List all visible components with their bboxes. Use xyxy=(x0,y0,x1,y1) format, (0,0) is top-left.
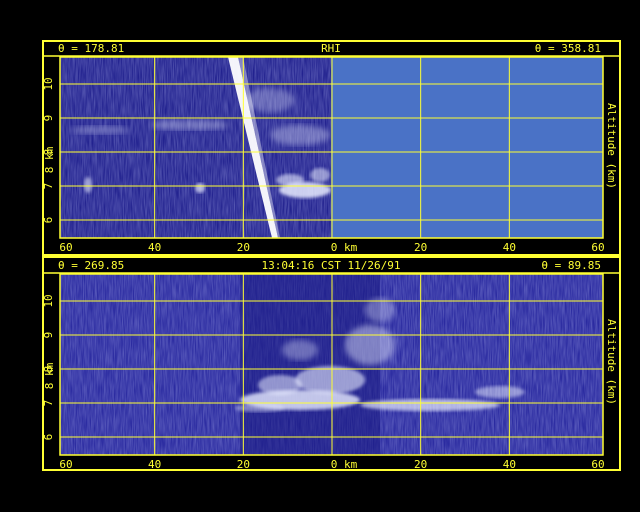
top-x-tick-label: 20 xyxy=(414,241,427,254)
bottom-right-axis-label: Altitude (km) xyxy=(605,319,618,405)
top-x-tick-label: 20 xyxy=(237,241,250,254)
rhi-scene: θ = 178.81 RHI θ = 358.81 678910 8 km Al… xyxy=(42,40,621,471)
top-right-axis-label: Altitude (km) xyxy=(605,103,618,189)
top-y-tick-label: 9 xyxy=(42,115,55,122)
top-plot-area xyxy=(60,57,603,238)
bottom-y-tick-label: 9 xyxy=(42,332,55,339)
top-y-tick-label: 6 xyxy=(42,217,55,224)
bottom-y-axis-label: 8 km xyxy=(43,362,56,389)
bottom-panel: θ = 269.85 13:04:16 CST 11/26/91 θ = 89.… xyxy=(42,256,621,471)
bottom-left-angle: θ = 269.85 xyxy=(58,259,124,272)
top-y-axis-label: 8 km xyxy=(43,146,56,173)
top-y-tick-label: 7 xyxy=(42,183,55,190)
bottom-y-tick-label: 10 xyxy=(42,294,55,307)
top-y-tick-label: 10 xyxy=(42,77,55,90)
lidar-rhi-display: θ = 178.81 RHI θ = 358.81 6 7 8 9 10 8 k… xyxy=(0,0,640,512)
bottom-right-angle: θ = 89.85 xyxy=(541,259,601,272)
top-x-tick-label: 40 xyxy=(503,241,516,254)
top-x-tick-label: 60 xyxy=(591,241,604,254)
bottom-x-tick-label: 40 xyxy=(503,458,516,471)
bottom-x-tick-label: 20 xyxy=(237,458,250,471)
bottom-x-tick-label: 40 xyxy=(148,458,161,471)
top-mode-label: RHI xyxy=(321,42,341,55)
bottom-x-tick-label: 20 xyxy=(414,458,427,471)
bottom-y-tick-label: 6 xyxy=(42,434,55,441)
top-x-tick-label: 40 xyxy=(148,241,161,254)
bottom-y-tick-label: 7 xyxy=(42,400,55,407)
bottom-x-tick-label: 60 xyxy=(591,458,604,471)
bottom-timestamp: 13:04:16 CST 11/26/91 xyxy=(261,259,400,272)
bottom-plot-area xyxy=(60,274,603,455)
bottom-x-tick-label: 60 xyxy=(59,458,72,471)
top-x-tick-labels: 60 40 20 0 km 20 40 60 xyxy=(59,241,604,254)
top-left-angle: θ = 178.81 xyxy=(58,42,124,55)
bottom-x-tick-label: 0 km xyxy=(331,458,358,471)
top-x-tick-label: 0 km xyxy=(331,241,358,254)
top-x-tick-label: 60 xyxy=(59,241,72,254)
top-panel: θ = 178.81 RHI θ = 358.81 678910 8 km Al… xyxy=(42,40,621,256)
top-right-angle: θ = 358.81 xyxy=(535,42,601,55)
